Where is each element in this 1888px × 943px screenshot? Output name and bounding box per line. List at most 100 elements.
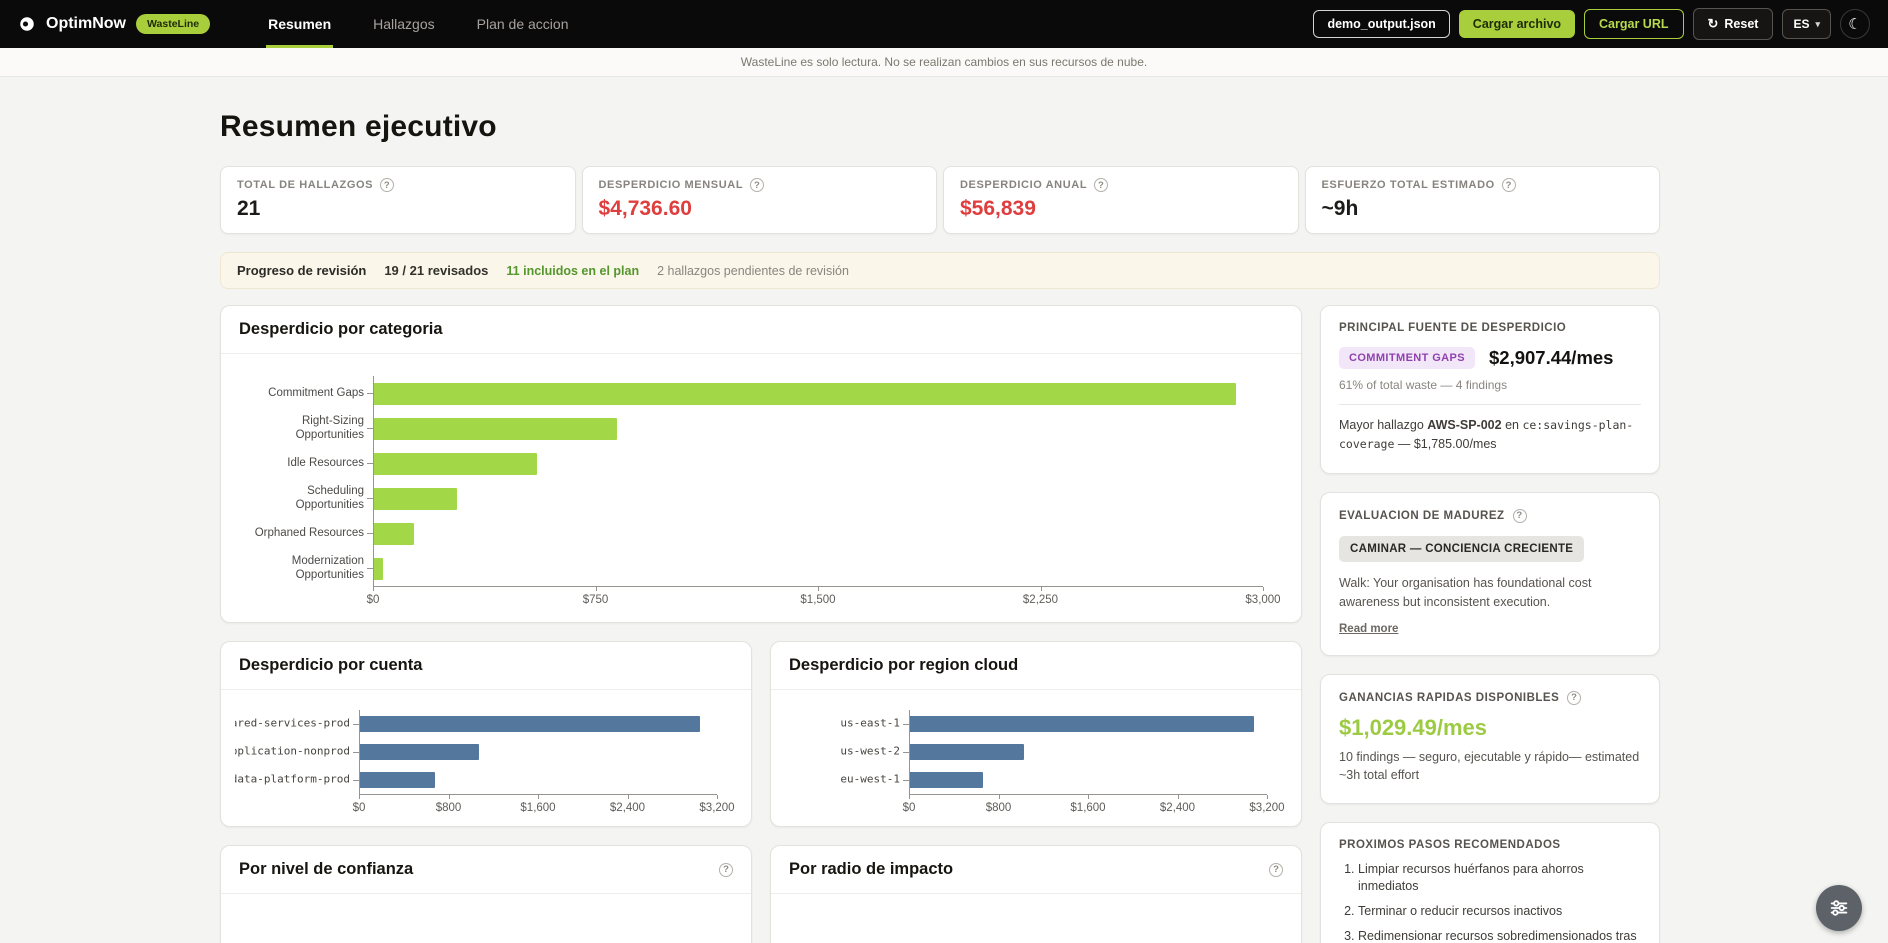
x-axis: $0$800$1,600$2,400$3,200 xyxy=(909,794,1267,816)
stat-value: 21 xyxy=(237,197,559,221)
card-title: EVALUACION DE MADUREZ xyxy=(1339,510,1505,522)
top-waste-card: PRINCIPAL FUENTE DE DESPERDICIO COMMITME… xyxy=(1320,305,1660,474)
help-icon[interactable]: ? xyxy=(1567,691,1581,705)
next-step-item: Redimensionar recursos sobredimensionado… xyxy=(1358,928,1641,943)
bar xyxy=(910,772,983,788)
bar xyxy=(374,488,457,510)
divider xyxy=(1339,404,1641,405)
help-icon[interactable]: ? xyxy=(1269,863,1283,877)
axis-tick-label: $1,500 xyxy=(800,594,835,606)
chart-ylabel: eu-west-1 xyxy=(785,766,903,794)
axis-tick-label: $0 xyxy=(353,802,366,814)
refresh-icon: ↻ xyxy=(1708,16,1719,32)
help-icon[interactable]: ? xyxy=(750,178,764,192)
progress-label: Progreso de revisión xyxy=(237,263,366,278)
nav-tabs: Resumen Hallazgos Plan de accion xyxy=(266,0,570,48)
sliders-icon xyxy=(1828,897,1850,919)
chart-title: Por nivel de confianza xyxy=(239,860,413,879)
card-title: PROXIMOS PASOS RECOMENDADOS xyxy=(1339,839,1561,851)
chart-ylabel: Orphaned Resources xyxy=(237,527,367,540)
axis-tick-label: $750 xyxy=(583,594,609,606)
chart-ylabel: us-east-1 xyxy=(785,710,903,738)
theme-toggle-button[interactable]: ☾ xyxy=(1840,9,1870,39)
progress-pending: 2 hallazgos pendientes de revisión xyxy=(657,264,849,278)
readonly-banner: WasteLine es solo lectura. No se realiza… xyxy=(0,48,1888,77)
next-step-item: Limpiar recursos huérfanos para ahorros … xyxy=(1358,861,1641,895)
x-axis: $0$800$1,600$2,400$3,200 xyxy=(359,794,717,816)
progress-reviewed: 19 / 21 revisados xyxy=(384,263,488,278)
stat-card-monthly-waste: DESPERDICIO MENSUAL? $4,736.60 xyxy=(582,166,938,234)
progress-included: 11 incluidos en el plan xyxy=(506,264,639,278)
help-icon[interactable]: ? xyxy=(380,178,394,192)
chart-title: Desperdicio por categoria xyxy=(239,320,443,339)
waste-subtext: 61% of total waste — 4 findings xyxy=(1339,378,1641,392)
quick-wins-card: GANANCIAS RAPIDAS DISPONIBLES ? $1,029.4… xyxy=(1320,674,1660,805)
stat-card-total-findings: TOTAL DE HALLAZGOS? 21 xyxy=(220,166,576,234)
bar xyxy=(360,772,435,788)
region-chart-card: Desperdicio por region cloud us-east-1us… xyxy=(770,641,1302,827)
account-bar-chart: shared-services-prodapplication-nonprodd… xyxy=(221,690,751,826)
load-file-button[interactable]: Cargar archivo xyxy=(1459,10,1575,38)
bar xyxy=(374,523,414,545)
category-pill: COMMITMENT GAPS xyxy=(1339,347,1475,369)
help-icon[interactable]: ? xyxy=(1094,178,1108,192)
axis-tick-label: $2,250 xyxy=(1023,594,1058,606)
chart-title: Desperdicio por region cloud xyxy=(789,656,1018,675)
axis-tick-label: $3,200 xyxy=(1249,802,1284,814)
stat-card-total-effort: ESFUERZO TOTAL ESTIMADO? ~9h xyxy=(1305,166,1661,234)
stat-label: DESPERDICIO MENSUAL xyxy=(599,179,744,191)
bar xyxy=(360,716,700,732)
chart-ylabel: Right-Sizing Opportunities xyxy=(237,415,367,441)
chart-title: Desperdicio por cuenta xyxy=(239,656,422,675)
bar xyxy=(374,383,1236,405)
axis-tick-label: $1,600 xyxy=(520,802,555,814)
page-title: Resumen ejecutivo xyxy=(220,110,1660,144)
language-select[interactable]: ES ▾ xyxy=(1782,9,1831,39)
help-icon[interactable]: ? xyxy=(1513,509,1527,523)
maturity-card: EVALUACION DE MADUREZ ? CAMINAR — CONCIE… xyxy=(1320,492,1660,656)
axis-tick-label: $800 xyxy=(436,802,462,814)
axis-tick-label: $2,400 xyxy=(1160,802,1195,814)
quick-wins-text: 10 findings — seguro, ejecutable y rápid… xyxy=(1339,748,1641,786)
reset-button[interactable]: ↻ Reset xyxy=(1693,8,1774,40)
read-more-link[interactable]: Read more xyxy=(1339,623,1398,635)
chart-ylabel: Modernization Opportunities xyxy=(237,555,367,581)
category-chart-card: Desperdicio por categoria Commitment Gap… xyxy=(220,305,1302,623)
brand-name: OptimNow xyxy=(46,15,126,33)
impact-chart-card: Por radio de impacto ? xyxy=(770,845,1302,943)
axis-tick-label: $0 xyxy=(367,594,380,606)
top-finding-detail: Mayor hallazgo AWS-SP-002 en ce:savings-… xyxy=(1339,416,1641,455)
card-title: PRINCIPAL FUENTE DE DESPERDICIO xyxy=(1339,322,1566,334)
next-steps-card: PROXIMOS PASOS RECOMENDADOS Limpiar recu… xyxy=(1320,822,1660,943)
tab-plan-de-accion[interactable]: Plan de accion xyxy=(475,0,571,48)
card-title: GANANCIAS RAPIDAS DISPONIBLES xyxy=(1339,692,1559,704)
navbar: OptimNow WasteLine ResumenHallazgosPlan … xyxy=(0,0,1888,48)
bar xyxy=(374,418,617,440)
next-steps-list: Limpiar recursos huérfanos para ahorros … xyxy=(1339,861,1641,943)
stat-card-annual-waste: DESPERDICIO ANUAL? $56,839 xyxy=(943,166,1299,234)
maturity-badge: CAMINAR — CONCIENCIA CRECIENTE xyxy=(1339,536,1584,562)
help-icon[interactable]: ? xyxy=(719,863,733,877)
help-icon[interactable]: ? xyxy=(1502,178,1516,192)
stat-label: DESPERDICIO ANUAL xyxy=(960,179,1087,191)
region-bar-chart: us-east-1us-west-2eu-west-1$0$800$1,600$… xyxy=(771,690,1301,826)
axis-tick-label: $2,400 xyxy=(610,802,645,814)
chart-ylabel: us-west-2 xyxy=(785,738,903,766)
review-progress-strip: Progreso de revisión 19 / 21 revisados 1… xyxy=(220,252,1660,289)
reset-label: Reset xyxy=(1724,17,1758,31)
bar xyxy=(910,716,1254,732)
language-value: ES xyxy=(1793,17,1809,31)
load-url-button[interactable]: Cargar URL xyxy=(1584,9,1683,39)
chart-ylabel: shared-services-prod xyxy=(235,710,353,738)
stats-row: TOTAL DE HALLAZGOS? 21 DESPERDICIO MENSU… xyxy=(220,166,1660,234)
moon-icon: ☾ xyxy=(1848,15,1861,33)
axis-tick-label: $1,600 xyxy=(1070,802,1105,814)
quick-wins-amount: $1,029.49/mes xyxy=(1339,715,1641,741)
x-axis: $0$750$1,500$2,250$3,000 xyxy=(373,586,1263,610)
stat-value: ~9h xyxy=(1322,197,1644,221)
stat-value: $56,839 xyxy=(960,197,1282,221)
floating-widget-button[interactable] xyxy=(1816,885,1862,931)
bar xyxy=(360,744,479,760)
tab-hallazgos[interactable]: Hallazgos xyxy=(371,0,436,48)
tab-resumen[interactable]: Resumen xyxy=(266,0,333,48)
